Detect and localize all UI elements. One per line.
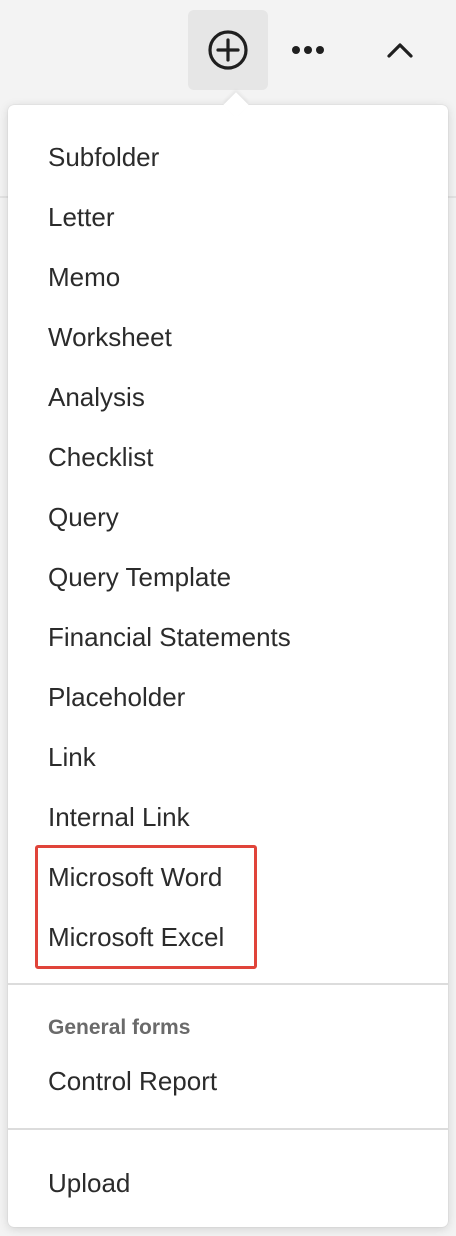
toolbar [0,0,456,100]
menu-item-upload[interactable]: Upload [48,1163,130,1203]
section-heading-general-forms: General forms [48,1016,191,1039]
menu-item-checklist[interactable]: Checklist [48,437,153,477]
chevron-up-icon [387,43,413,58]
new-item-menu: Subfolder Letter Memo Worksheet Analysis… [8,92,448,1227]
menu-item-letter[interactable]: Letter [48,197,115,237]
highlight-box [35,845,257,969]
add-button[interactable] [188,10,268,90]
menu-item-placeholder[interactable]: Placeholder [48,677,185,717]
menu-item-control-report[interactable]: Control Report [48,1061,217,1101]
menu-item-financial-statements[interactable]: Financial Statements [48,617,291,657]
collapse-button[interactable] [360,10,440,90]
menu-item-analysis[interactable]: Analysis [48,377,145,417]
menu-item-query-template[interactable]: Query Template [48,557,231,597]
menu-divider [8,983,448,985]
menu-item-subfolder[interactable]: Subfolder [48,137,159,177]
more-options-button[interactable] [268,10,348,90]
menu-item-internal-link[interactable]: Internal Link [48,797,190,837]
menu-divider [8,1128,448,1130]
plus-circle-icon [208,30,248,70]
menu-item-worksheet[interactable]: Worksheet [48,317,172,357]
ellipsis-icon [292,46,324,54]
menu-item-memo[interactable]: Memo [48,257,120,297]
menu-item-query[interactable]: Query [48,497,119,537]
menu-item-link[interactable]: Link [48,737,96,777]
